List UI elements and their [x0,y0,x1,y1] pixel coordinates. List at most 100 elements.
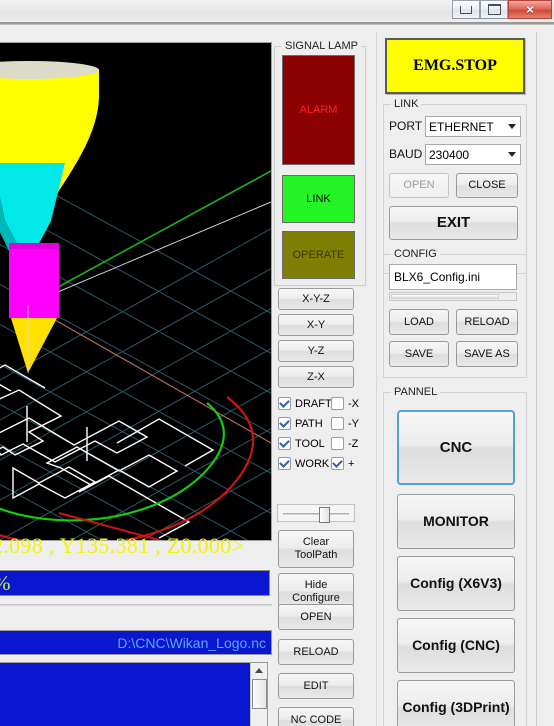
panel-splitter[interactable] [0,604,272,607]
open-file-button[interactable]: OPEN [278,604,354,630]
link-close-button[interactable]: CLOSE [456,173,518,198]
minimize-icon [460,5,472,14]
alarm-lamp-label: ALARM [299,104,338,116]
neg-y-label: -Y [348,417,359,430]
config-filename-field[interactable]: BLX6_Config.ini [389,264,517,290]
cnc-application-window: × 2.098 , Y135.381 , Z0.000> D:\CNC\Wika… [0,0,554,726]
reload-file-button[interactable]: RELOAD [278,639,354,665]
view-xyz-label: X-Y-Z [302,292,330,305]
checkbox-icon [331,397,344,410]
maximize-button[interactable] [480,0,508,19]
neg-z-checkbox[interactable]: -Z [331,437,358,450]
link-lamp-label: LINK [306,193,331,205]
config-cnc-label: Config (CNC) [412,637,500,654]
checkbox-icon [331,457,344,470]
config-group-title: CONFIG [391,248,440,260]
tool-label: TOOL [295,437,325,450]
checkbox-icon [331,437,344,450]
config-save-as-label: SAVE AS [464,347,510,360]
emergency-stop-button[interactable]: EMG.STOP [385,38,525,94]
exit-label: EXIT [436,214,471,232]
checkbox-icon [278,437,291,450]
view-xyz-button[interactable]: X-Y-Z [278,288,354,310]
view-yz-label: Y-Z [307,344,325,357]
path-checkbox[interactable]: PATH [278,417,323,430]
config-hscroll-thumb[interactable] [391,294,499,299]
draft-checkbox[interactable]: DRAFT [278,397,332,410]
plus-checkbox[interactable]: + [331,457,354,470]
viewport-render [0,43,271,540]
checkbox-icon [278,457,291,470]
config-save-as-button[interactable]: SAVE AS [456,341,518,367]
signal-lamp-group: SIGNAL LAMP ALARM LINK OPERATE [274,40,366,286]
slider-track [283,513,349,515]
signal-lamp-title: SIGNAL LAMP [282,40,361,52]
close-button[interactable]: × [508,0,552,19]
config-cnc-button[interactable]: Config (CNC) [397,618,515,673]
close-icon: × [526,2,534,17]
clear-toolpath-line2: ToolPath [294,549,338,561]
checkbox-icon [278,397,291,410]
nc-code-editor[interactable] [0,662,268,726]
scroll-up-button[interactable] [251,663,266,678]
baud-select[interactable]: 230400 [425,144,521,165]
config-hscrollbar[interactable] [389,292,517,301]
hide-configure-line2: Configure [292,592,340,604]
scrollbar-thumb[interactable] [251,679,267,709]
monitor-label: MONITOR [423,513,489,530]
path-label: PATH [295,417,323,430]
emergency-stop-label: EMG.STOP [413,57,497,74]
exit-button[interactable]: EXIT [389,206,518,240]
view-yz-button[interactable]: Y-Z [278,340,354,362]
alarm-lamp[interactable]: ALARM [282,55,355,165]
neg-y-checkbox[interactable]: -Y [331,417,359,430]
progress-status-bar: % [0,570,270,596]
3d-viewport[interactable] [0,42,272,541]
draft-label: DRAFT [295,397,332,410]
slider-thumb[interactable] [319,507,330,523]
config-load-button[interactable]: LOAD [389,309,449,335]
config-reload-label: RELOAD [464,315,510,328]
link-open-label: OPEN [403,179,435,192]
plus-label: + [348,457,355,470]
config-3dprint-button[interactable]: Config (3DPrint) [397,680,515,726]
link-open-button[interactable]: OPEN [389,173,449,198]
baud-label: BAUD [389,147,423,161]
hide-configure-line1: Hide [304,579,328,592]
window-controls: × [452,0,552,19]
editor-scrollbar[interactable] [250,663,267,726]
tool-checkbox[interactable]: TOOL [278,437,325,450]
clear-toolpath-line1: Clear [302,536,330,549]
config-x6v3-button[interactable]: Config (X6V3) [397,556,515,611]
nc-code-button[interactable]: NC CODE [278,707,354,726]
view-zx-button[interactable]: Z-X [278,366,354,388]
cnc-button[interactable]: CNC [397,410,515,485]
config-save-button[interactable]: SAVE [389,341,449,367]
title-bar: × [0,0,554,22]
config-x6v3-label: Config (X6V3) [410,575,502,592]
view-xy-button[interactable]: X-Y [278,314,354,336]
config-reload-button[interactable]: RELOAD [456,309,518,335]
edit-file-label: EDIT [303,679,329,692]
monitor-button[interactable]: MONITOR [397,494,515,549]
operate-lamp[interactable]: OPERATE [282,231,355,279]
port-label: PORT [389,119,423,133]
coordinate-readout: 2.098 , Y135.381 , Z0.000> [0,533,245,558]
chevron-down-icon [508,124,516,129]
view-xy-label: X-Y [306,318,326,331]
right-panel-edge [536,32,554,726]
link-lamp[interactable]: LINK [282,175,355,223]
edit-file-button[interactable]: EDIT [278,673,354,699]
client-area: 2.098 , Y135.381 , Z0.000> % D:\CNC\Wika… [0,32,554,726]
progress-percent: % [0,571,11,595]
zoom-slider[interactable] [277,504,355,523]
link-group-title: LINK [391,98,422,110]
chevron-up-icon [254,668,263,673]
neg-x-checkbox[interactable]: -X [331,397,359,410]
minimize-button[interactable] [452,0,480,19]
file-path-bar[interactable]: D:\CNC\Wikan_Logo.nc [0,630,272,655]
clear-toolpath-button[interactable]: Clear ToolPath [278,530,354,568]
config-3dprint-label: Config (3DPrint) [402,699,510,716]
port-select[interactable]: ETHERNET [425,116,521,137]
work-checkbox[interactable]: WORK [278,457,329,470]
